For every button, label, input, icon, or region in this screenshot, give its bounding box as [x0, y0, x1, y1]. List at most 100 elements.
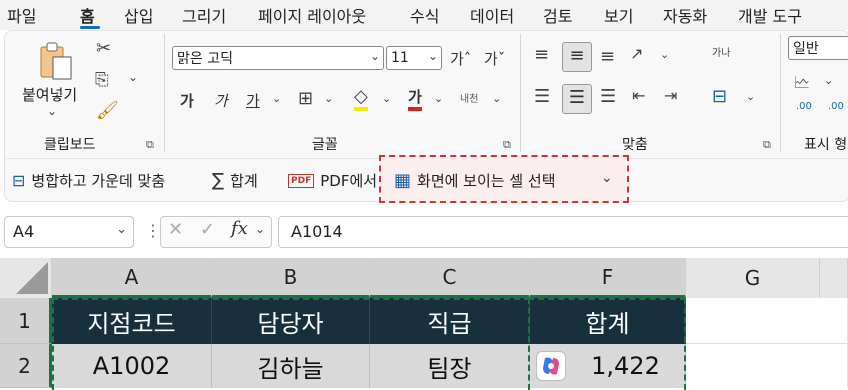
fill-dropdown-chevron-icon[interactable]: ⌄ — [382, 92, 391, 105]
borders-dropdown-chevron-icon[interactable]: ⌄ — [324, 92, 333, 105]
tab-page-layout[interactable]: 페이지 레이아웃 — [258, 3, 366, 27]
underline-dropdown-chevron-icon[interactable]: ⌄ — [272, 92, 281, 105]
tab-data[interactable]: 데이터 — [470, 3, 514, 27]
format-painter-icon[interactable]: 🖌 — [96, 100, 119, 121]
group-divider — [780, 34, 781, 152]
phonetic-dropdown-chevron-icon[interactable]: ⌄ — [492, 92, 501, 105]
cell-g2[interactable] — [686, 344, 848, 388]
grow-font-button[interactable]: 가ˆ — [450, 48, 471, 69]
bold-button[interactable]: 가 — [180, 90, 194, 111]
cancel-icon[interactable]: ✕ — [168, 219, 183, 240]
select-all-corner[interactable] — [0, 258, 52, 298]
paste-label[interactable]: 붙여넣기 — [22, 84, 77, 105]
tab-automate[interactable]: 자동화 — [663, 3, 707, 27]
cell-a2[interactable]: A1002 — [52, 344, 212, 388]
underline-button[interactable]: 가 — [246, 90, 260, 111]
column-header-b[interactable]: B — [212, 258, 370, 298]
decrease-indent-icon[interactable]: ⇤ — [632, 86, 645, 105]
column-header-c[interactable]: C — [370, 258, 530, 298]
italic-button[interactable]: 가 — [214, 90, 228, 111]
select-visible-cells-button[interactable]: ▦ 화면에 보이는 셀 선택 — [394, 170, 556, 191]
sum-label: 합계 — [230, 172, 258, 190]
cell-a1[interactable]: 지점코드 — [52, 298, 212, 344]
increase-indent-icon[interactable]: ⇥ — [664, 86, 677, 105]
align-center-icon[interactable]: ☰ — [562, 84, 592, 114]
group-divider — [520, 34, 521, 152]
sum-quick-button[interactable]: ∑ 합계 — [212, 170, 258, 191]
increase-decimal-button[interactable]: .00 — [796, 102, 812, 112]
copy-icon[interactable]: ⎘ — [95, 70, 109, 90]
align-left-icon[interactable]: ☰ — [534, 86, 550, 107]
wrap-text-button[interactable]: 가나 — [712, 44, 730, 59]
enter-check-icon[interactable]: ✓ — [200, 219, 215, 240]
vertical-dots-icon[interactable]: ⋮ — [145, 221, 161, 240]
tab-insert[interactable]: 삽입 — [124, 3, 153, 27]
decrease-decimal-button[interactable]: .00 — [828, 102, 844, 112]
chevron-down-icon: ⌄ — [116, 222, 127, 237]
cell-f1[interactable]: 합계 — [530, 298, 686, 344]
font-launcher-icon[interactable]: ⧉ — [503, 138, 511, 152]
merge-center-icon[interactable]: ⊟ — [712, 86, 727, 107]
cell-g1[interactable] — [686, 298, 848, 344]
copy-dropdown-chevron-icon[interactable]: ⌄ — [128, 70, 138, 84]
function-dropdown-chevron-icon[interactable]: ⌄ — [255, 222, 265, 236]
paste-icon[interactable] — [36, 40, 76, 82]
cut-icon[interactable]: ✂ — [96, 38, 111, 59]
insert-function-icon[interactable]: fx — [231, 218, 248, 239]
tab-developer[interactable]: 개발 도구 — [738, 3, 802, 27]
select-visible-cells-label: 화면에 보이는 셀 선택 — [417, 172, 556, 190]
merge-center-quick-button[interactable]: ⊟ 병합하고 가운데 맞춤 — [12, 170, 165, 191]
tab-formulas[interactable]: 수식 — [410, 3, 439, 27]
cell-b1[interactable]: 담당자 — [212, 298, 370, 344]
tab-file[interactable]: 파일 — [7, 3, 36, 27]
shrink-font-button[interactable]: 가ˇ — [484, 48, 505, 69]
merge-center-label: 병합하고 가운데 맞춤 — [31, 172, 166, 190]
font-color-dropdown-chevron-icon[interactable]: ⌄ — [434, 92, 443, 105]
merge-dropdown-chevron-icon[interactable]: ⌄ — [746, 90, 755, 103]
chevron-down-icon: ⌄ — [369, 49, 380, 63]
select-visible-cells-icon: ▦ — [394, 170, 412, 191]
phonetic-button[interactable]: 내천 — [460, 90, 478, 105]
font-size-combo[interactable]: 11 ⌄ — [386, 46, 442, 70]
accounting-dropdown-chevron-icon[interactable]: ⌄ — [824, 74, 833, 87]
orientation-dropdown-chevron-icon[interactable]: ⌄ — [660, 48, 669, 61]
copilot-icon[interactable] — [536, 351, 566, 381]
alignment-launcher-icon[interactable]: ⧉ — [763, 138, 771, 152]
font-color-button[interactable]: 가 — [408, 86, 422, 111]
quickbar-more-chevron-icon[interactable]: ⌄ — [601, 170, 613, 186]
cell-c2[interactable]: 팀장 — [370, 344, 530, 388]
font-name-value: 맑은 고딕 — [177, 51, 233, 67]
sigma-icon: ∑ — [212, 170, 225, 191]
align-right-icon[interactable]: ☰ — [600, 86, 616, 107]
formula-input[interactable]: A1014 — [278, 216, 848, 248]
font-name-combo[interactable]: 맑은 고딕 ⌄ — [172, 46, 384, 70]
clipboard-launcher-icon[interactable]: ⧉ — [146, 138, 154, 152]
tab-home[interactable]: 홈 — [80, 3, 95, 27]
column-header-f[interactable]: F — [530, 258, 686, 298]
align-middle-icon[interactable]: ≡ — [562, 42, 592, 72]
cell-b2[interactable]: 김하늘 — [212, 344, 370, 388]
tab-view[interactable]: 보기 — [604, 3, 633, 27]
tab-review[interactable]: 검토 — [543, 3, 572, 27]
row-header-2[interactable]: 2 — [0, 344, 52, 388]
accounting-format-icon[interactable]: 🗠 — [794, 72, 810, 99]
pdf-quick-button[interactable]: PDF PDF에서 — [288, 170, 377, 191]
borders-icon[interactable]: ⊞ — [298, 88, 313, 109]
name-box-value: A4 — [13, 222, 35, 241]
paste-dropdown-chevron-icon[interactable]: ⌄ — [47, 104, 57, 118]
column-header-g[interactable]: G — [686, 258, 820, 298]
align-bottom-icon[interactable]: ≡ — [600, 46, 615, 67]
column-header-next[interactable] — [820, 258, 848, 298]
menu-bar: 파일 홈 삽입 그리기 페이지 레이아웃 수식 데이터 검토 보기 자동화 개발… — [0, 0, 848, 30]
row-header-1[interactable]: 1 — [0, 298, 52, 344]
name-box[interactable]: A4 ⌄ — [4, 216, 134, 248]
column-header-a[interactable]: A — [52, 258, 212, 298]
number-format-value: 일반 — [793, 41, 819, 57]
cell-c1[interactable]: 직급 — [370, 298, 530, 344]
pdf-icon: PDF — [288, 173, 315, 188]
number-format-combo[interactable]: 일반 — [788, 36, 848, 60]
orientation-icon[interactable]: ↗ — [630, 44, 643, 63]
align-top-icon[interactable]: ≡ — [534, 44, 549, 65]
tab-draw[interactable]: 그리기 — [182, 3, 226, 27]
fill-color-icon[interactable]: ◇ — [354, 86, 368, 111]
